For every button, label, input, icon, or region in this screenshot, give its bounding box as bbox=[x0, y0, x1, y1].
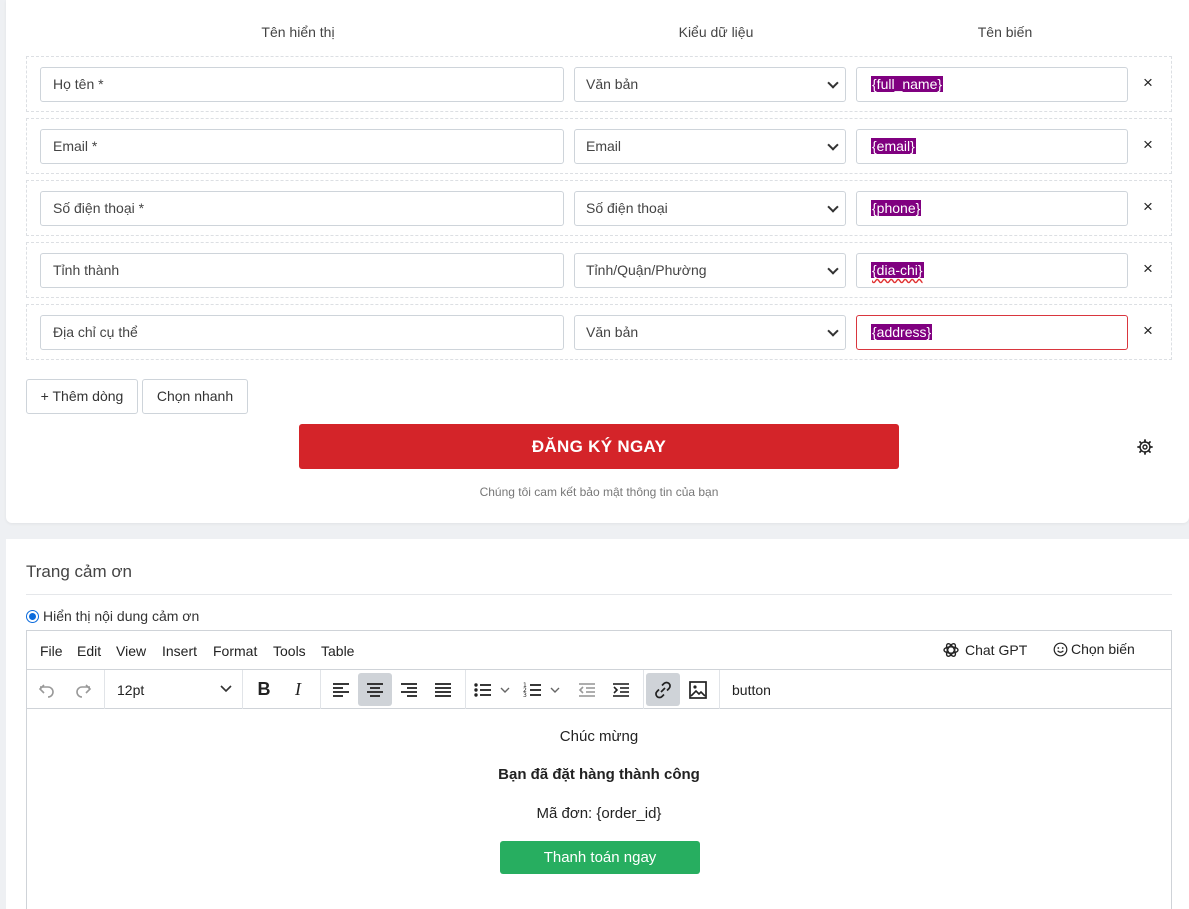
chevron-down-icon bbox=[827, 263, 839, 275]
chevron-down-icon bbox=[220, 685, 232, 693]
toolbar-separator bbox=[719, 670, 720, 709]
data-type-value: Số điện thoại bbox=[586, 200, 668, 216]
column-header-data-type: Kiểu dữ liệu bbox=[678, 24, 754, 40]
data-type-select[interactable]: Văn bản bbox=[574, 67, 846, 102]
add-row-button[interactable]: + Thêm dòng bbox=[26, 379, 138, 414]
display-name-input[interactable]: Địa chỉ cụ thể bbox=[40, 315, 564, 350]
gear-icon[interactable] bbox=[1137, 439, 1153, 455]
font-size-value: 12pt bbox=[117, 682, 145, 698]
align-justify-icon[interactable] bbox=[426, 673, 460, 706]
chevron-down-icon bbox=[827, 201, 839, 213]
editor-toolbar: 12pt B I 123 button bbox=[27, 670, 1171, 709]
chevron-down-icon bbox=[827, 77, 839, 89]
divider bbox=[26, 594, 1172, 595]
menu-format[interactable]: Format bbox=[213, 643, 257, 659]
menu-table[interactable]: Table bbox=[321, 643, 354, 659]
data-type-select[interactable]: Số điện thoại bbox=[574, 191, 846, 226]
menu-view[interactable]: View bbox=[116, 643, 146, 659]
order-success-line: Bạn đã đặt hàng thành công bbox=[498, 766, 700, 783]
bullet-list-icon[interactable] bbox=[469, 673, 519, 706]
align-center-icon[interactable] bbox=[358, 673, 392, 706]
variable-name-input[interactable]: {dia-chi} bbox=[856, 253, 1128, 288]
display-name-input[interactable]: Số điện thoại * bbox=[40, 191, 564, 226]
button-insert-tool[interactable]: button bbox=[732, 682, 771, 698]
variable-name-input[interactable]: {phone} bbox=[856, 191, 1128, 226]
data-type-value: Văn bản bbox=[586, 76, 639, 92]
column-header-variable-name: Tên biến bbox=[977, 24, 1033, 40]
remove-row-icon[interactable]: × bbox=[1140, 73, 1156, 93]
toolbar-separator bbox=[643, 670, 644, 709]
quick-pick-button[interactable]: Chọn nhanh bbox=[142, 379, 248, 414]
smiley-icon bbox=[1053, 642, 1068, 656]
font-size-select[interactable]: 12pt bbox=[105, 670, 242, 709]
chatgpt-button[interactable]: Chat GPT bbox=[942, 641, 1027, 659]
variable-name-input[interactable]: {email} bbox=[856, 129, 1128, 164]
register-submit-button[interactable]: ĐĂNG KÝ NGAY bbox=[299, 424, 899, 469]
section-title: Trang cảm ơn bbox=[26, 562, 132, 581]
numbered-list-icon[interactable]: 123 bbox=[519, 673, 569, 706]
field-row: Tỉnh thành Tỉnh/Quận/Phường {dia-chi} × bbox=[26, 242, 1172, 298]
variable-name-value: {email} bbox=[871, 138, 916, 154]
field-row: Địa chỉ cụ thể Văn bản {address} × bbox=[26, 304, 1172, 360]
data-type-value: Tỉnh/Quận/Phường bbox=[586, 262, 707, 278]
toolbar-separator bbox=[465, 670, 466, 709]
link-icon[interactable] bbox=[646, 673, 680, 706]
menu-tools[interactable]: Tools bbox=[273, 643, 306, 659]
variable-name-input[interactable]: {address} bbox=[856, 315, 1128, 350]
toolbar-separator bbox=[320, 670, 321, 709]
chatgpt-label: Chat GPT bbox=[965, 642, 1028, 658]
show-thankyou-option[interactable]: Hiển thị nội dung cảm ơn bbox=[26, 608, 199, 624]
align-left-icon[interactable] bbox=[324, 673, 358, 706]
show-thankyou-label: Hiển thị nội dung cảm ơn bbox=[43, 608, 200, 624]
field-row: Số điện thoại * Số điện thoại {phone} × bbox=[26, 180, 1172, 236]
column-header-display-name: Tên hiển thị bbox=[261, 24, 335, 40]
data-type-select[interactable]: Email bbox=[574, 129, 846, 164]
remove-row-icon[interactable]: × bbox=[1140, 321, 1156, 341]
rich-text-editor: File Edit View Insert Format Tools Table… bbox=[26, 630, 1172, 909]
radio-checked[interactable] bbox=[26, 609, 39, 623]
svg-text:3: 3 bbox=[523, 692, 527, 698]
image-icon[interactable] bbox=[681, 673, 715, 706]
variable-name-input[interactable]: {full_name} bbox=[856, 67, 1128, 102]
redo-icon[interactable] bbox=[66, 673, 100, 706]
chevron-down-icon bbox=[827, 325, 839, 337]
align-right-icon[interactable] bbox=[392, 673, 426, 706]
outdent-icon[interactable] bbox=[570, 673, 604, 706]
choose-variable-button[interactable]: Chọn biến bbox=[1053, 641, 1135, 657]
variable-name-value: {phone} bbox=[871, 200, 922, 216]
data-type-select[interactable]: Văn bản bbox=[574, 315, 846, 350]
chatgpt-icon bbox=[943, 643, 959, 657]
display-name-input[interactable]: Email * bbox=[40, 129, 564, 164]
remove-row-icon[interactable]: × bbox=[1140, 135, 1156, 155]
congrats-line: Chúc mừng bbox=[559, 728, 639, 745]
variable-name-value: {full_name} bbox=[871, 76, 944, 92]
editor-menubar: File Edit View Insert Format Tools Table… bbox=[27, 631, 1171, 670]
pay-now-button[interactable]: Thanh toán ngay bbox=[500, 841, 700, 874]
data-type-value: Văn bản bbox=[586, 324, 639, 340]
privacy-note: Chúng tôi cam kết bảo mật thông tin của … bbox=[479, 485, 719, 499]
undo-icon[interactable] bbox=[30, 673, 64, 706]
toolbar-separator bbox=[242, 670, 243, 709]
chevron-down-icon bbox=[827, 139, 839, 151]
data-type-value: Email bbox=[586, 138, 622, 154]
data-type-select[interactable]: Tỉnh/Quận/Phường bbox=[574, 253, 846, 288]
variable-name-value: {dia-chi} bbox=[871, 262, 924, 278]
indent-icon[interactable] bbox=[604, 673, 638, 706]
menu-insert[interactable]: Insert bbox=[162, 643, 197, 659]
field-row: Email * Email {email} × bbox=[26, 118, 1172, 174]
display-name-input[interactable]: Tỉnh thành bbox=[40, 253, 564, 288]
menu-edit[interactable]: Edit bbox=[77, 643, 101, 659]
field-row: Họ tên * Văn bản {full_name} × bbox=[26, 56, 1172, 112]
remove-row-icon[interactable]: × bbox=[1140, 197, 1156, 217]
variable-name-value: {address} bbox=[871, 324, 933, 340]
remove-row-icon[interactable]: × bbox=[1140, 259, 1156, 279]
display-name-input[interactable]: Họ tên * bbox=[40, 67, 564, 102]
menu-file[interactable]: File bbox=[40, 643, 63, 659]
bold-icon[interactable]: B bbox=[247, 673, 281, 706]
choose-variable-label: Chọn biến bbox=[1071, 641, 1135, 657]
order-id-line: Mã đơn: {order_id} bbox=[536, 805, 662, 822]
italic-icon[interactable]: I bbox=[281, 673, 315, 706]
